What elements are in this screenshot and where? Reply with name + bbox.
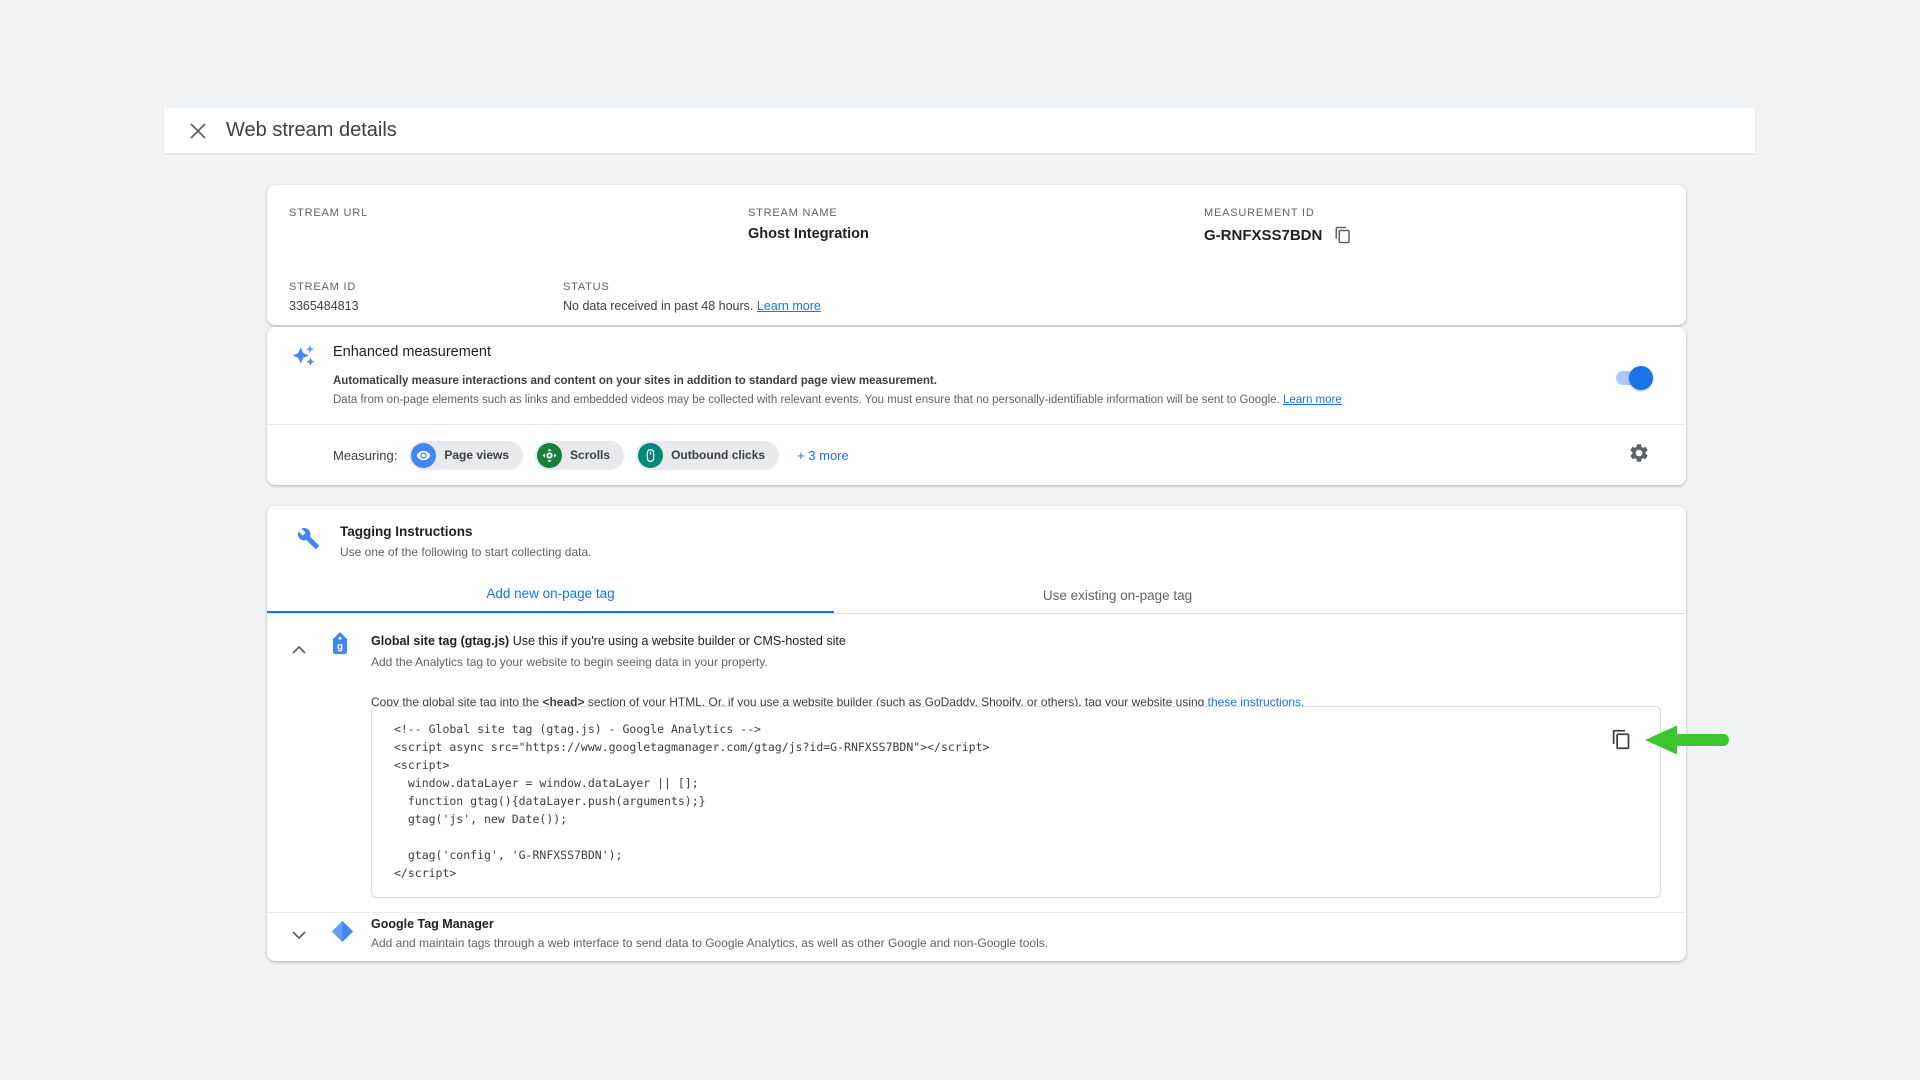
status-learn-more-link[interactable]: Learn more (757, 299, 821, 313)
eye-icon (411, 443, 436, 468)
copy-icon (1334, 226, 1352, 244)
gtag-section-subtitle: Add the Analytics tag to your website to… (371, 655, 1661, 669)
gtag-title-bold: Global site tag (gtag.js) (371, 634, 509, 648)
gtag-title-rest: Use this if you're using a website build… (509, 634, 846, 648)
stream-name-label: STREAM NAME (748, 207, 869, 219)
gtag-tag-icon: g (331, 632, 349, 655)
copy-icon (1611, 729, 1632, 750)
tabs-divider (267, 613, 1686, 614)
stream-url-label: STREAM URL (289, 207, 368, 219)
stream-id-label: STREAM ID (289, 281, 359, 293)
enhanced-measurement-title: Enhanced measurement (333, 344, 491, 360)
scroll-arrows-icon (537, 443, 562, 468)
enhanced-measurement-desc2: Data from on-page elements such as links… (333, 394, 1653, 406)
close-icon (189, 122, 207, 140)
wrench-icon (297, 527, 320, 550)
measurement-id-value: G-RNFXSS7BDN (1204, 227, 1322, 244)
status-text: No data received in past 48 hours. (563, 299, 753, 313)
gtag-section-title: Global site tag (gtag.js) Use this if yo… (371, 632, 1661, 650)
chip-label: Scrolls (570, 448, 610, 462)
divider (267, 912, 1686, 913)
sparkle-icon (291, 343, 317, 369)
gtag-code-block: <!-- Global site tag (gtag.js) - Google … (371, 706, 1661, 898)
modal-header: Web stream details (164, 108, 1755, 153)
status-value: No data received in past 48 hours. Learn… (563, 299, 821, 313)
close-button[interactable] (184, 117, 212, 145)
svg-text:g: g (337, 642, 343, 653)
enhanced-learn-more-link[interactable]: Learn more (1283, 394, 1342, 406)
stream-info-card: STREAM URL STREAM NAME Ghost Integration… (267, 185, 1686, 325)
copy-measurement-id-button[interactable] (1334, 226, 1352, 244)
chevron-up-icon (292, 646, 306, 654)
chip-page-views[interactable]: Page views (409, 441, 523, 470)
more-measuring-link[interactable]: + 3 more (797, 448, 849, 463)
chip-label: Page views (444, 448, 509, 462)
measuring-row: Measuring: Page views Scrolls Outbound c… (333, 425, 849, 485)
gtag-code[interactable]: <!-- Global site tag (gtag.js) - Google … (372, 707, 1660, 895)
google-tag-manager-icon (331, 918, 354, 945)
chip-label: Outbound clicks (671, 448, 765, 462)
gtm-section-subtitle: Add and maintain tags through a web inte… (371, 936, 1661, 950)
enhanced-desc2-text: Data from on-page elements such as links… (333, 394, 1280, 406)
chip-outbound-clicks[interactable]: Outbound clicks (636, 441, 779, 470)
stream-id-value: 3365484813 (289, 299, 359, 313)
toggle-knob (1629, 366, 1653, 390)
tagging-instructions-subtitle: Use one of the following to start collec… (340, 545, 591, 559)
measuring-settings-button[interactable] (1628, 442, 1650, 464)
tab-add-new-on-page-tag[interactable]: Add new on-page tag (267, 576, 834, 614)
gtm-section-title: Google Tag Manager (371, 917, 1661, 931)
tagging-tabs: Add new on-page tag Use existing on-page… (267, 576, 1401, 614)
gear-icon (1628, 442, 1650, 464)
enhanced-measurement-toggle[interactable] (1616, 371, 1650, 385)
page-title: Web stream details (226, 119, 397, 142)
expand-gtm-section-button[interactable] (289, 925, 309, 945)
chip-scrolls[interactable]: Scrolls (535, 441, 624, 470)
tab-use-existing-on-page-tag[interactable]: Use existing on-page tag (834, 576, 1401, 614)
collapse-gtag-section-button[interactable] (289, 640, 309, 660)
tagging-instructions-title: Tagging Instructions (340, 524, 591, 539)
measurement-id-label: MEASUREMENT ID (1204, 207, 1352, 219)
web-stream-details-page: Web stream details STREAM URL STREAM NAM… (0, 0, 1920, 1080)
stream-name-value: Ghost Integration (748, 226, 869, 242)
measuring-label: Measuring: (333, 448, 397, 463)
enhanced-measurement-card: Enhanced measurement Automatically measu… (267, 327, 1686, 485)
tagging-instructions-card: Tagging Instructions Use one of the foll… (267, 506, 1686, 961)
enhanced-measurement-desc1: Automatically measure interactions and c… (333, 375, 1653, 387)
copy-code-button[interactable] (1611, 729, 1632, 750)
mouse-icon (638, 443, 663, 468)
chevron-down-icon (292, 931, 306, 939)
status-label: STATUS (563, 281, 821, 293)
